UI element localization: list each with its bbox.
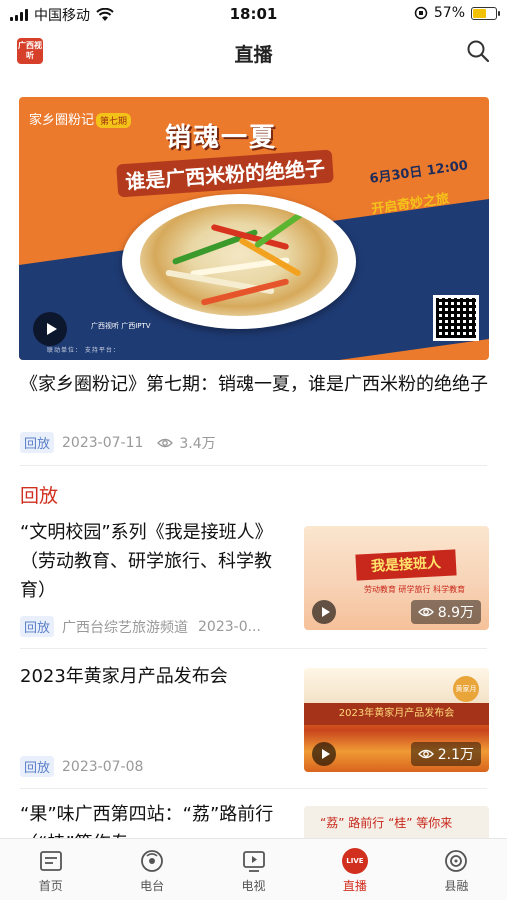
list-item-title[interactable]: “文明校园”系列《我是接班人》（劳动教育、研学旅行、科学教育）: [20, 518, 292, 605]
item-source: 广西台综艺旅游频道: [62, 619, 189, 636]
banner-logos: 广西视听 广西IPTV: [91, 322, 151, 330]
eye-icon: [157, 438, 174, 447]
thumb-title: 我是接班人: [355, 549, 457, 581]
banner-partners: 联动单位： 支持平台：: [47, 347, 120, 354]
featured-date: 2023-07-11: [62, 434, 144, 451]
tv-icon: [242, 851, 265, 872]
banner-date: 6月30日 12:00: [368, 158, 469, 187]
list-item-title[interactable]: 2023年黄家月产品发布会: [20, 662, 292, 691]
eye-icon: [417, 749, 434, 759]
orientation-lock-icon: [414, 6, 428, 20]
battery-percent: 57%: [433, 5, 465, 21]
views-badge: 8.9万: [410, 600, 481, 624]
tab-live[interactable]: LIVE 直播: [304, 839, 405, 900]
play-button[interactable]: [312, 600, 336, 624]
play-icon: [46, 323, 57, 335]
item-date: 2023-0...: [198, 618, 261, 635]
list-item-thumbnail[interactable]: 2023年黄家月产品发布会 黄家月 2.1万: [304, 668, 489, 772]
list-item-meta: 回放 2023-07-08: [20, 756, 143, 777]
battery-icon: [471, 6, 500, 20]
food-plate-image: [122, 194, 356, 329]
thumb-title: “荔” 路前行 “桂” 等你来: [320, 816, 453, 830]
list-item-meta: 回放 广西台综艺旅游频道 2023-0...: [20, 616, 261, 637]
battery-fill: [473, 8, 486, 18]
banner-subheadline: 谁是广西米粉的绝绝子: [116, 149, 334, 198]
replay-badge: 回放: [20, 756, 55, 777]
status-right: 57%: [414, 5, 500, 21]
tab-label: 县融: [444, 879, 469, 893]
banner-headline: 销魂一夏: [165, 123, 278, 153]
tab-label: 直播: [342, 879, 367, 893]
tab-home[interactable]: 首页: [0, 839, 101, 900]
radio-icon: [141, 850, 164, 872]
page-title: 直播: [234, 44, 273, 66]
banner-brand: 家乡圈粉记 第七期: [29, 109, 132, 128]
live-icon: LIVE: [341, 848, 368, 874]
divider: [20, 788, 487, 789]
banner-brand-text: 家乡圈粉记: [29, 113, 95, 128]
thumb-subtitle: 劳动教育 研学旅行 科学教育: [364, 585, 466, 594]
status-bar: 中国移动 18:01 57%: [0, 0, 507, 28]
item-date: 2023-07-08: [62, 758, 144, 775]
qr-code-image: [433, 295, 479, 341]
page-header: 广西视听 直播: [0, 28, 507, 78]
tab-county[interactable]: 县融: [406, 839, 507, 900]
divider: [20, 648, 487, 649]
tab-label: 电台: [140, 879, 165, 893]
tab-tv[interactable]: 电视: [203, 839, 304, 900]
featured-banner[interactable]: 家乡圈粉记 第七期 销魂一夏 谁是广西米粉的绝绝子 6月30日 12:00 开启奇…: [19, 97, 489, 360]
eye-icon: [417, 607, 434, 617]
views-count: 8.9万: [437, 605, 474, 621]
featured-meta: 回放 2023-07-11 3.4万: [20, 432, 216, 453]
county-icon: [445, 850, 468, 872]
replay-badge: 回放: [20, 616, 55, 637]
divider: [20, 465, 487, 466]
tab-label: 首页: [38, 879, 63, 893]
play-button[interactable]: [312, 742, 336, 766]
search-icon[interactable]: [466, 39, 490, 63]
views-count: 2.1万: [437, 747, 474, 763]
featured-views: 3.4万: [179, 435, 216, 452]
play-icon: [321, 607, 330, 617]
featured-title[interactable]: 《家乡圈粉记》第七期：销魂一夏，谁是广西米粉的绝绝子: [20, 371, 490, 399]
list-item-thumbnail[interactable]: “荔” 路前行 “桂” 等你来: [304, 806, 489, 838]
thumb-stamp: 黄家月: [453, 676, 479, 702]
list-item-thumbnail[interactable]: 我是接班人 劳动教育 研学旅行 科学教育 8.9万: [304, 526, 489, 630]
tab-label: 电视: [241, 879, 266, 893]
home-icon: [39, 851, 62, 871]
tab-radio[interactable]: 电台: [101, 839, 202, 900]
noodles-image: [140, 204, 338, 316]
views-badge: 2.1万: [410, 742, 481, 766]
play-button[interactable]: [33, 312, 67, 346]
play-icon: [321, 749, 330, 759]
replay-badge: 回放: [20, 432, 55, 453]
section-title: 回放: [20, 485, 59, 507]
bottom-tab-bar: 首页 电台 电视 LIVE 直播 县融: [0, 838, 507, 900]
banner-episode: 第七期: [96, 113, 132, 128]
thumb-title: 2023年黄家月产品发布会: [304, 703, 489, 725]
